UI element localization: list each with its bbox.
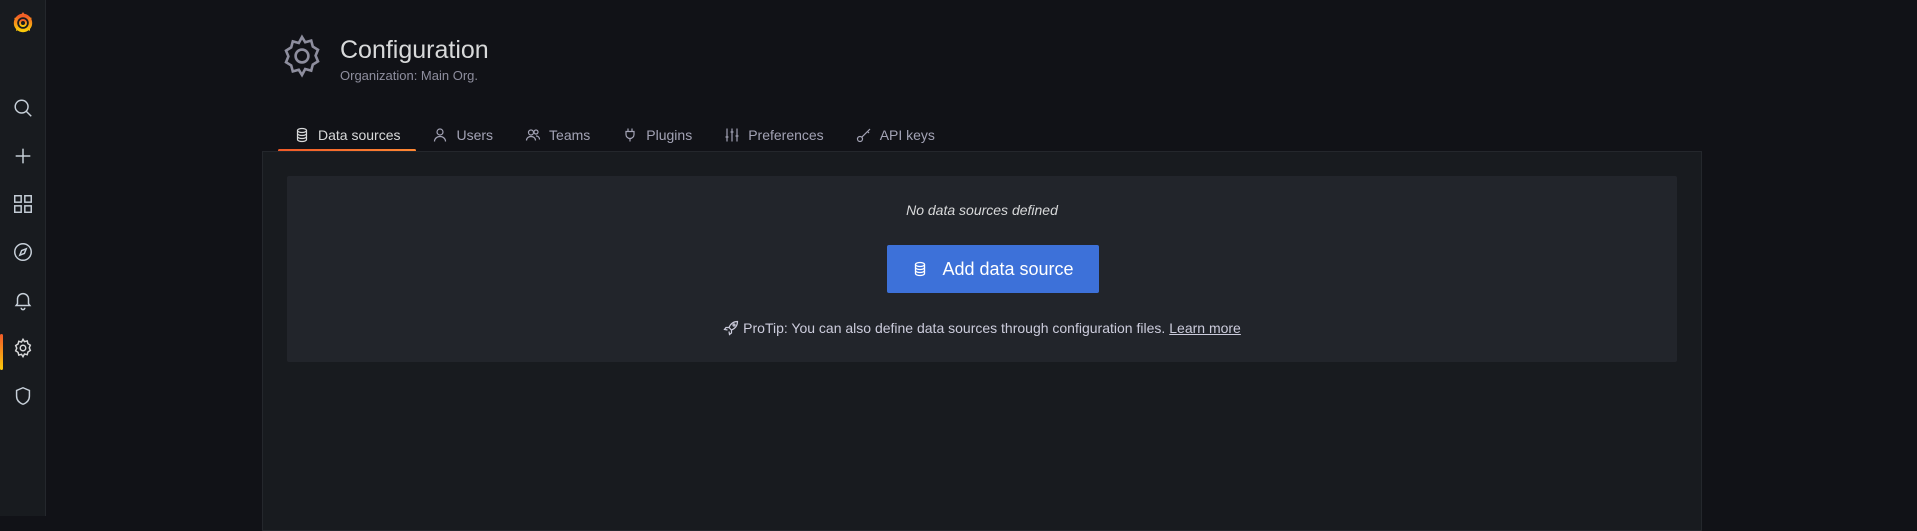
tab-users[interactable]: Users: [416, 118, 509, 152]
tab-data-sources[interactable]: Data sources: [278, 118, 417, 152]
empty-state-title: No data sources defined: [906, 202, 1058, 218]
add-data-source-label: Add data source: [942, 258, 1074, 279]
shield-icon[interactable]: [0, 376, 46, 416]
add-data-source-button[interactable]: Add data source: [887, 245, 1099, 293]
gear-icon[interactable]: [0, 328, 46, 370]
page-title: Configuration: [340, 36, 489, 64]
tab-api-keys[interactable]: API keys: [840, 118, 951, 152]
apps-grid-icon[interactable]: [0, 184, 46, 224]
empty-state-panel: No data sources defined Add data source …: [287, 176, 1677, 362]
key-icon: [856, 128, 871, 143]
search-icon[interactable]: [0, 88, 46, 128]
tab-preferences[interactable]: Preferences: [708, 118, 839, 152]
protip: ProTip: You can also define data sources…: [287, 320, 1677, 336]
tab-label: Preferences: [748, 127, 824, 143]
rocket-icon: [723, 320, 739, 336]
grafana-logo-icon[interactable]: [8, 8, 38, 38]
plus-icon[interactable]: [0, 136, 46, 176]
page-content: No data sources defined Add data source …: [262, 151, 1702, 531]
page-header: Configuration Organization: Main Org.: [278, 32, 489, 83]
protip-text: ProTip: You can also define data sources…: [743, 320, 1166, 336]
tab-teams[interactable]: Teams: [509, 118, 606, 152]
sidebar: [0, 0, 46, 516]
page-subtitle: Organization: Main Org.: [340, 68, 479, 83]
plug-icon: [625, 128, 635, 142]
database-icon: [296, 127, 308, 143]
tab-plugins[interactable]: Plugins: [606, 118, 708, 152]
database-icon: [915, 261, 926, 277]
bell-icon[interactable]: [0, 280, 46, 320]
user-icon: [434, 128, 447, 142]
gear-icon: [284, 34, 320, 78]
users-icon: [525, 129, 541, 141]
tab-bar: Data sources Users Teams Plugins Prefere…: [278, 118, 951, 152]
tab-label: Plugins: [646, 127, 693, 143]
tab-label: Users: [456, 127, 494, 143]
learn-more-link[interactable]: Learn more: [1169, 320, 1241, 336]
tab-label: API keys: [879, 127, 935, 143]
compass-icon[interactable]: [0, 232, 46, 272]
tab-label: Data sources: [318, 127, 401, 143]
tab-label: Teams: [549, 127, 591, 143]
sliders-icon: [725, 128, 739, 142]
